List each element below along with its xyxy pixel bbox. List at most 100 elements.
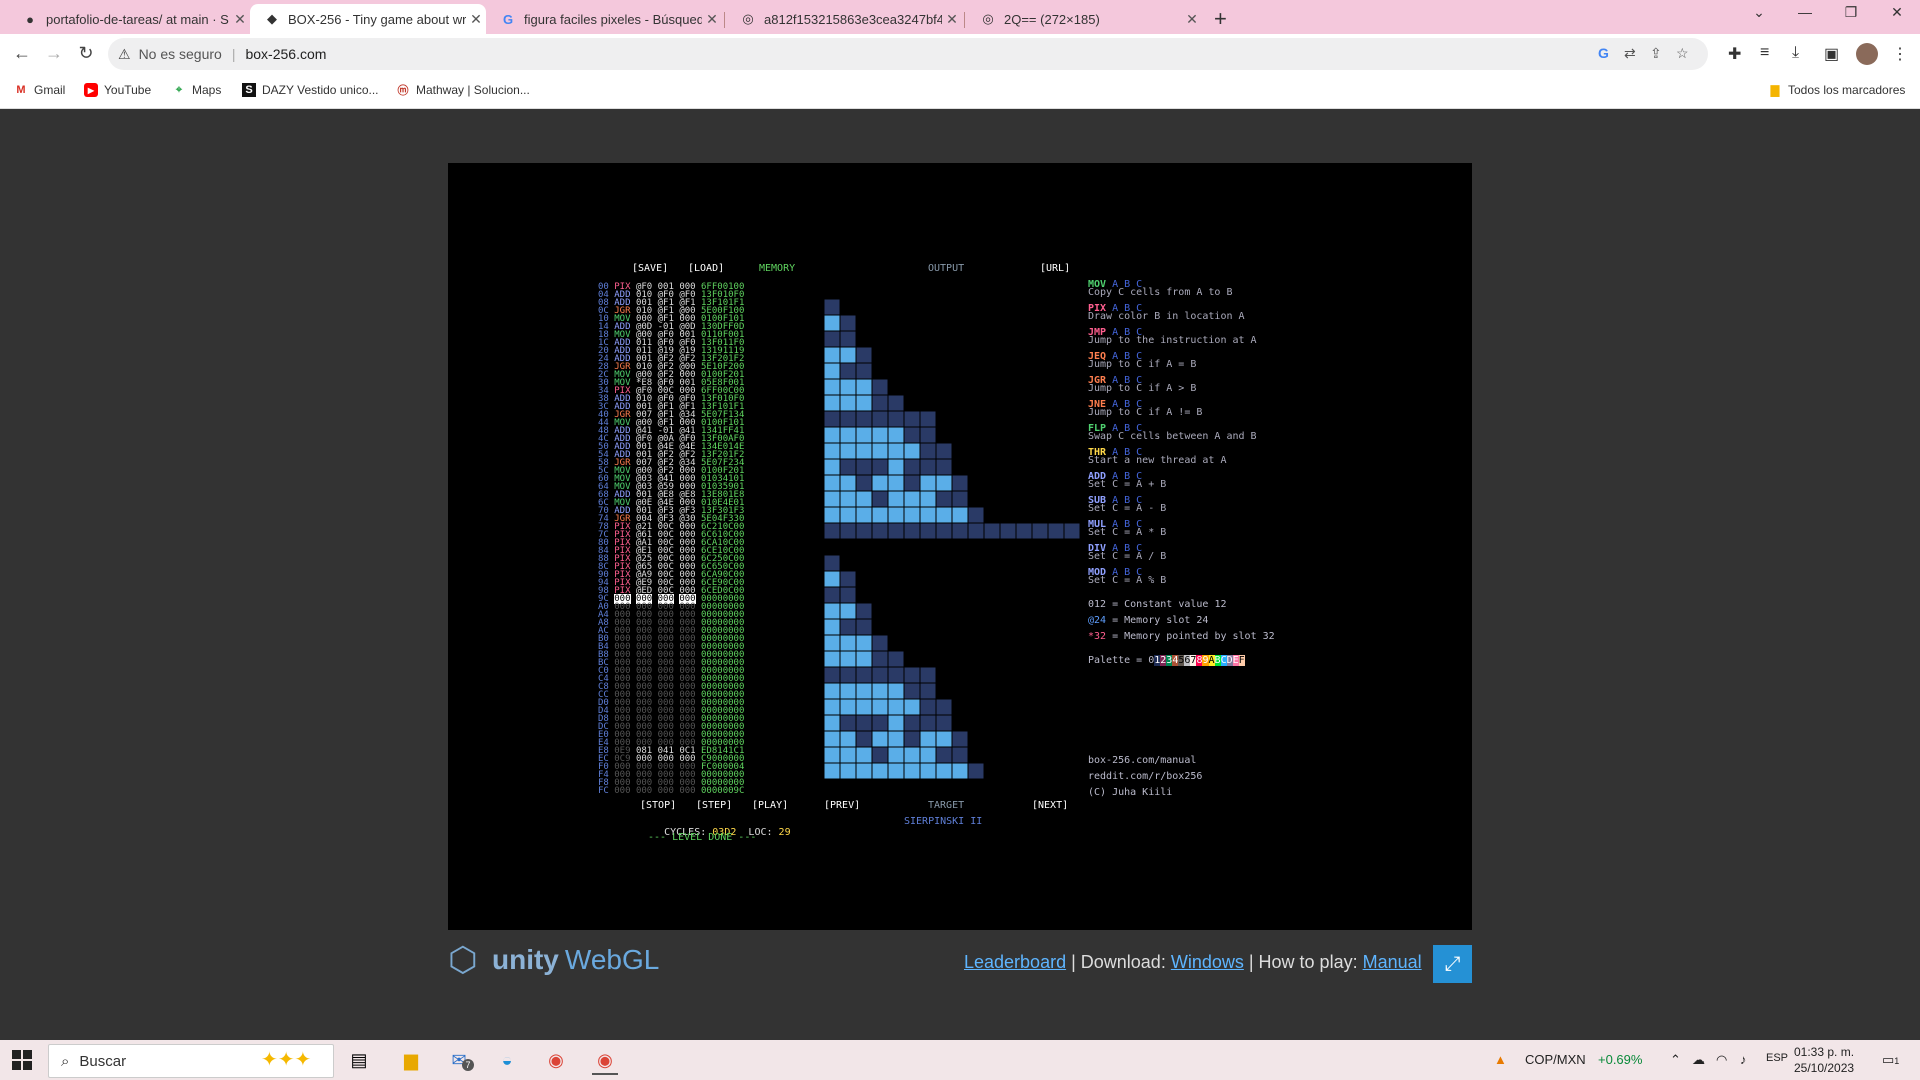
output-pixel [935,314,953,332]
clock[interactable]: 01:33 p. m. 25/10/2023 [1794,1044,1854,1076]
mail-icon[interactable]: ✉ 7 [446,1047,474,1073]
address-bar[interactable]: ⚠ No es seguro | box-256.com G ⇄ ⇪ ☆ [108,38,1708,70]
operand-b-cell[interactable]: 000 [658,786,674,796]
volume-icon[interactable]: ♪ [1740,1052,1747,1067]
reddit-link[interactable]: reddit.com/r/box256 [1088,769,1202,785]
operand-c-cell[interactable]: 000 [679,786,695,796]
output-pixel [1031,458,1049,476]
output-pixel [824,650,841,668]
play-button[interactable]: [PLAY] [752,800,788,811]
webgl-text: WebGL [564,944,660,975]
output-pixel [1063,474,1080,492]
stop-button[interactable]: [STOP] [640,800,676,811]
bookmark-label: Mathway | Solucion... [416,83,530,97]
new-tab-button[interactable]: + [1214,6,1227,32]
windows-start-icon[interactable] [12,1050,32,1070]
edge-icon[interactable]: ◒ [494,1047,520,1073]
step-button[interactable]: [STEP] [696,800,732,811]
save-button[interactable]: [SAVE] [632,264,668,274]
tab-google-search[interactable]: G figura faciles pixeles - Búsqueda ✕ [486,4,722,34]
manual-link[interactable]: box-256.com/manual [1088,753,1202,769]
folder-icon: ▇ [1770,84,1780,97]
output-pixel [967,506,985,524]
prev-button[interactable]: [PREV] [824,800,860,811]
output-pixel [951,362,969,380]
minimize-button[interactable]: — [1790,4,1820,20]
tray-expand-icon[interactable]: ⌃ [1670,1052,1681,1068]
bookmark-gmail[interactable]: M Gmail [14,83,65,97]
chrome-icon[interactable]: ◉ [543,1047,569,1073]
operand-a-cell[interactable]: 000 [636,786,652,796]
notifications-icon[interactable]: ▭1 [1882,1052,1899,1068]
onedrive-icon[interactable]: ☁ [1692,1052,1705,1068]
close-icon[interactable]: ✕ [466,11,486,28]
windows-download-link[interactable]: Windows [1171,952,1244,972]
output-pixel [1047,506,1065,524]
close-window-button[interactable]: ✕ [1882,4,1912,21]
back-button[interactable]: ← [10,43,34,64]
translate-icon[interactable]: ⇄ [1624,45,1636,62]
wifi-icon[interactable]: ◠ [1716,1052,1727,1068]
bookmark-maps[interactable]: ⌖ Maps [172,83,221,97]
output-pixel [871,698,889,716]
restore-button[interactable]: ❐ [1836,4,1866,21]
all-bookmarks[interactable]: ▇ Todos los marcadores [1768,83,1906,97]
download-icon[interactable]: ⤓ [1792,44,1799,62]
memory-cell[interactable]: 0000009C [701,786,744,796]
output-pixel [999,714,1017,732]
reading-list-icon[interactable]: ≡ [1760,44,1769,62]
output-pixel [903,458,921,476]
file-explorer-icon[interactable]: ▆ [398,1047,424,1073]
bookmark-star-icon[interactable]: ☆ [1676,45,1689,62]
url-button[interactable]: [URL] [1040,264,1070,274]
output-pixel [887,570,905,588]
program-listing[interactable]: 00 PIX @F0 001 000 6FF00100 04 ADD 010 @F… [598,283,744,796]
google-lens-icon[interactable]: G [1598,45,1609,61]
legend-row: *32 = Memory pointed by slot 32 [1088,632,1275,642]
forward-button[interactable]: → [42,43,66,64]
bookmark-dazy[interactable]: S DAZY Vestido unico... [242,83,379,97]
profile-avatar[interactable] [1856,43,1878,65]
close-icon[interactable]: ✕ [942,11,962,28]
language-indicator[interactable]: ESP [1766,1052,1788,1064]
share-icon[interactable]: ⇪ [1650,45,1662,62]
manual-link[interactable]: Manual [1363,952,1422,972]
tab-image[interactable]: ◎ a812f153215863e3cea3247bf4e ✕ [726,4,962,34]
output-pixel [967,682,985,700]
menu-icon[interactable]: ⋮ [1892,44,1908,64]
close-icon[interactable]: ✕ [1182,11,1202,28]
close-icon[interactable]: ✕ [230,11,250,28]
tab-search-icon[interactable]: ⌄ [1744,4,1774,21]
output-pixel [1015,554,1033,572]
output-pixel [1015,650,1033,668]
currency-pair[interactable]: COP/MXN [1525,1052,1586,1067]
leaderboard-link[interactable]: Leaderboard [964,952,1066,972]
output-pixel [1047,378,1065,396]
legend-description: = Constant value 12 [1112,599,1227,610]
security-status[interactable]: No es seguro [139,46,222,62]
chrome-profile-icon[interactable]: ◉ [592,1047,618,1075]
tab-github[interactable]: ● portafolio-de-tareas/ at main · S ✕ [8,4,250,34]
reload-button[interactable]: ↻ [74,43,98,64]
extensions-icon[interactable]: ✚ [1728,44,1741,64]
output-pixel [1047,778,1065,795]
side-panel-icon[interactable]: ▣ [1824,44,1839,64]
game-canvas[interactable]: [SAVE] [LOAD] MEMORY OUTPUT [URL] 00 PIX… [448,163,1472,930]
reference-description: Set C = A * B [1088,527,1167,538]
program-row[interactable]: FC 000 000 000 000 0000009C [598,786,744,796]
output-pixel [1015,346,1033,364]
task-view-icon[interactable]: ▤ [346,1047,372,1073]
next-button[interactable]: [NEXT] [1032,800,1068,811]
close-icon[interactable]: ✕ [702,11,722,28]
url-text[interactable]: box-256.com [245,46,326,62]
opcode-cell[interactable]: 000 [614,786,630,796]
date: 25/10/2023 [1794,1061,1855,1075]
tab-image-2[interactable]: ◎ 2Q== (272×185) ✕ [966,4,1202,34]
bookmark-youtube[interactable]: ▶ YouTube [84,83,151,97]
load-button[interactable]: [LOAD] [688,264,724,274]
fullscreen-button[interactable]: ⤢ [1433,945,1472,983]
bookmark-mathway[interactable]: ⓜ Mathway | Solucion... [396,83,530,97]
output-pixel [983,730,1001,748]
taskbar-search[interactable]: ⌕ Buscar ✦✦✦ [48,1044,334,1078]
tab-box256[interactable]: ◆ BOX-256 - Tiny game about writ ✕ [250,4,486,34]
